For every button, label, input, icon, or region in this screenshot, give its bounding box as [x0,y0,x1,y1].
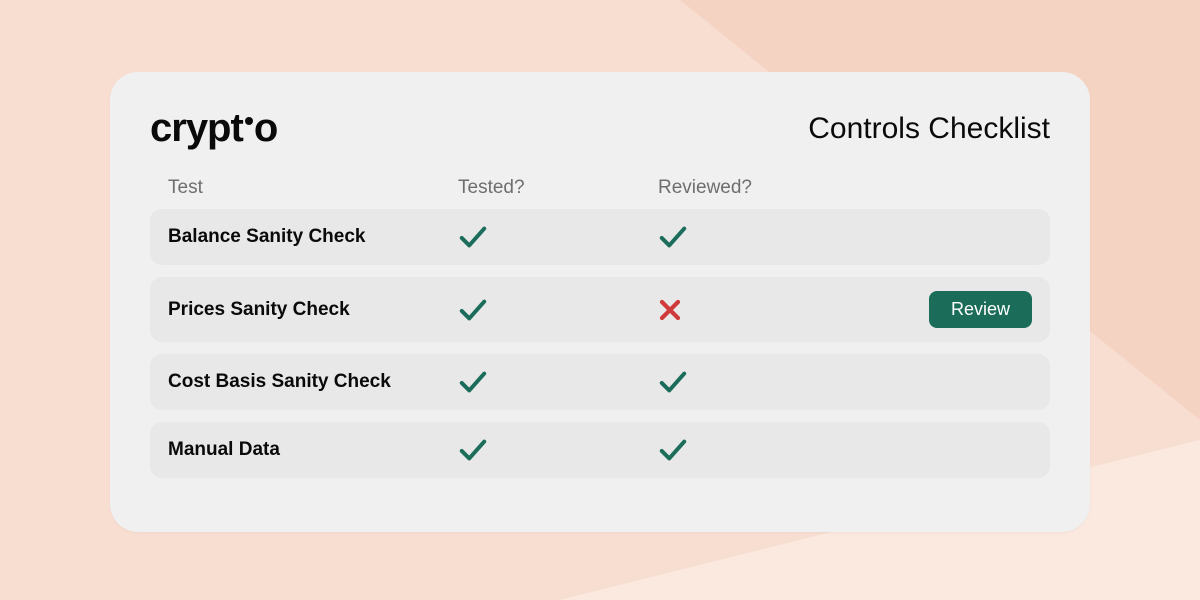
table-row: Prices Sanity Check Review [150,277,1050,342]
reviewed-status [658,369,858,395]
brand-dot-icon [245,117,253,125]
table-row: Manual Data [150,422,1050,478]
table-column-headers: Test Tested? Reviewed? [150,177,1050,209]
column-header-tested: Tested? [458,177,658,199]
tested-status [458,297,658,323]
checklist-rows: Balance Sanity Check Prices Sanity Check… [150,209,1050,478]
brand-logo: crypto [150,106,277,151]
check-icon [658,369,688,395]
tested-status [458,224,658,250]
column-header-reviewed: Reviewed? [658,177,858,199]
card-header: crypto Controls Checklist [150,106,1050,151]
table-row: Cost Basis Sanity Check [150,354,1050,410]
test-name: Prices Sanity Check [168,299,458,321]
reviewed-status [658,298,858,322]
column-header-test: Test [168,177,458,199]
check-icon [458,437,488,463]
check-icon [458,297,488,323]
test-name: Cost Basis Sanity Check [168,371,458,393]
check-icon [658,437,688,463]
test-name: Balance Sanity Check [168,226,458,248]
tested-status [458,369,658,395]
cross-icon [658,298,682,322]
tested-status [458,437,658,463]
row-action: Review [858,291,1032,328]
brand-text-part2: o [254,106,277,151]
controls-checklist-card: crypto Controls Checklist Test Tested? R… [110,72,1090,532]
reviewed-status [658,224,858,250]
reviewed-status [658,437,858,463]
check-icon [458,369,488,395]
test-name: Manual Data [168,439,458,461]
check-icon [658,224,688,250]
page-title: Controls Checklist [808,112,1050,146]
check-icon [458,224,488,250]
review-button[interactable]: Review [929,291,1032,328]
brand-text-part1: crypt [150,106,243,151]
table-row: Balance Sanity Check [150,209,1050,265]
